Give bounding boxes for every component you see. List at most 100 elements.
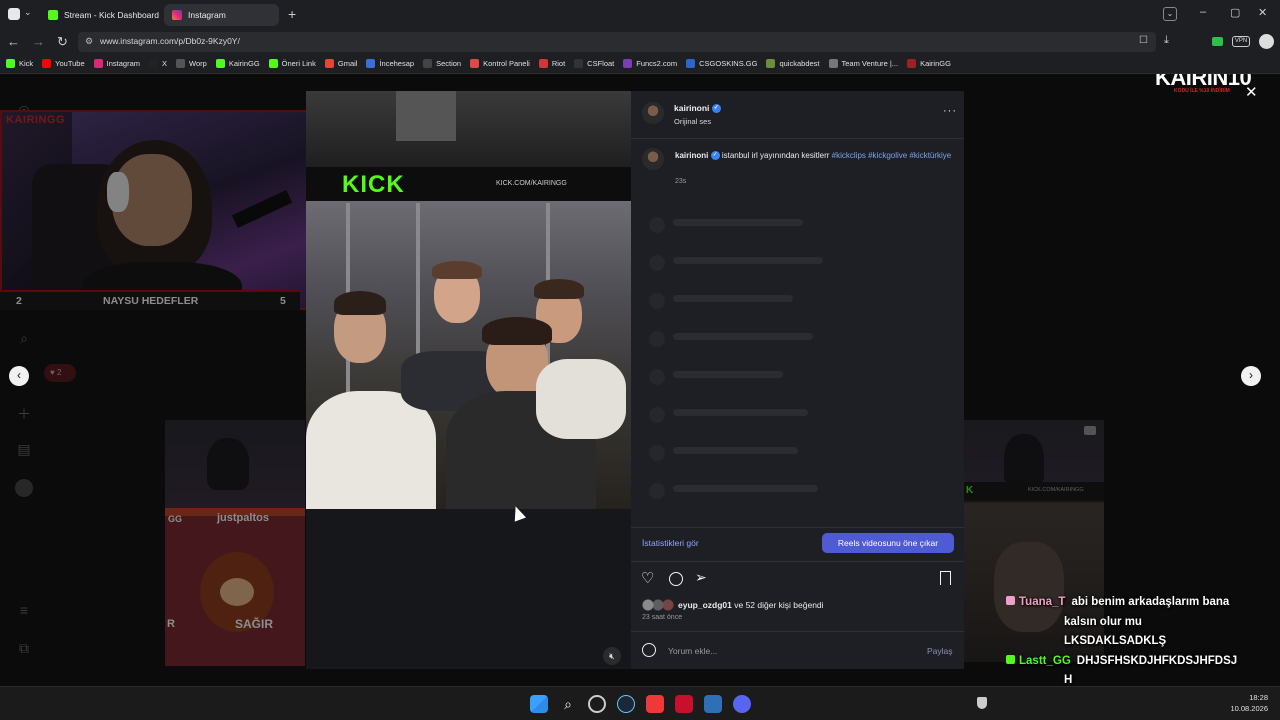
vpn-icon[interactable]: VPN: [1232, 36, 1250, 47]
profile-avatar[interactable]: [1259, 34, 1274, 49]
comment-icon[interactable]: [669, 572, 683, 586]
bookmark-item[interactable]: CSFloat: [574, 59, 614, 68]
bookmark-item[interactable]: Öneri Link: [268, 59, 316, 68]
like-icon[interactable]: ♡: [641, 569, 654, 587]
emoji-icon[interactable]: [642, 643, 656, 657]
reload-button[interactable]: ↻: [57, 34, 68, 50]
bookmark-label: Kick: [19, 59, 34, 68]
clock[interactable]: 18:28 10.08.2026: [1226, 692, 1268, 714]
caption-hashtags[interactable]: #kickclips #kickgolive #kicktürkiye: [832, 151, 952, 160]
maximize-button[interactable]: ▢: [1230, 6, 1240, 19]
video-kick-url: KICK.COM/KAIRINGG: [496, 180, 567, 187]
bookmark-item[interactable]: Kick: [6, 59, 33, 68]
bookmark-label: Öneri Link: [281, 59, 316, 68]
bookmark-item[interactable]: Gmail: [324, 59, 358, 68]
new-tab-button[interactable]: +: [288, 6, 296, 22]
bookmark-favicon-icon: [6, 59, 15, 68]
page-content: ◎ ⌕ ＋ ▤ ≡ ⧉ GG justpaltos SAĞIR R K KICK…: [0, 74, 1280, 686]
share-icon[interactable]: ➢: [695, 569, 707, 586]
bookmark-item[interactable]: Worp: [176, 59, 207, 68]
author-avatar[interactable]: [642, 102, 664, 129]
boost-reel-button[interactable]: Reels videosunu öne çıkar: [822, 533, 954, 553]
bookmark-label: Kontrol Paneli: [483, 59, 530, 68]
close-window-button[interactable]: ✕: [1258, 6, 1267, 19]
bookmark-item[interactable]: KairinGG: [907, 59, 951, 68]
audio-label[interactable]: Orijinal ses: [674, 117, 711, 126]
bookmark-label: KairinGG: [920, 59, 951, 68]
comment-input[interactable]: Yorum ekle...: [668, 646, 717, 656]
author-username[interactable]: kairinoni: [674, 103, 709, 113]
post-side-panel: kairinoni ✓ Orijinal ses ··· kairinoni ✓…: [631, 91, 964, 669]
bookmark-item[interactable]: İncehesap: [366, 59, 414, 68]
bookmark-item[interactable]: Kontrol Paneli: [470, 59, 530, 68]
app-icon[interactable]: [588, 695, 606, 713]
previous-post-button[interactable]: ‹: [9, 366, 29, 386]
bookmark-item[interactable]: Team Venture |...: [828, 59, 898, 68]
bookmarks-bar: Kick YouTube Instagram X Worp KairinGG Öneri L…: [0, 54, 1280, 74]
next-post-button[interactable]: ›: [1241, 366, 1261, 386]
caption-avatar[interactable]: [642, 148, 664, 175]
liker-username[interactable]: eyup_ozdg01: [678, 600, 732, 610]
insights-link[interactable]: İstatistikleri gör: [642, 538, 699, 548]
start-icon[interactable]: [530, 695, 548, 713]
app-icon[interactable]: [675, 695, 693, 713]
tab-instagram[interactable]: Instagram: [164, 4, 279, 26]
chat-username[interactable]: Tuana_T: [1019, 596, 1065, 608]
bookmark-item[interactable]: KairinGG: [215, 59, 260, 68]
vivaldi-icon[interactable]: [646, 695, 664, 713]
forward-button[interactable]: →: [32, 34, 45, 49]
minimize-button[interactable]: –: [1200, 6, 1206, 18]
bookmark-item[interactable]: Section: [423, 59, 461, 68]
bookmark-label: İncehesap: [379, 59, 415, 68]
chat-username[interactable]: Lastt_GG: [1019, 655, 1071, 667]
steam-icon[interactable]: [617, 695, 635, 713]
liked-by: eyup_ozdg01 ve 52 diğer kişi beğendi: [642, 599, 824, 611]
chat-message: kalsın olur mu: [1064, 616, 1142, 628]
loading-placeholder: [649, 407, 665, 423]
browser-menu-icon[interactable]: [8, 8, 20, 20]
more-options-icon[interactable]: ···: [943, 105, 957, 117]
bookmark-label: Section: [436, 59, 462, 68]
address-bar[interactable]: ⚙ www.instagram.com/p/Db0z-9Kzy0Y/ ☐: [78, 32, 1156, 52]
bookmark-favicon-icon: [42, 59, 52, 68]
post-video[interactable]: KICK KICK.COM/KAIRINGG: [306, 91, 631, 509]
bookmark-item[interactable]: quickabdest: [766, 59, 820, 68]
bookmark-item[interactable]: Instagram: [93, 59, 140, 68]
tab-search-icon[interactable]: ⌄: [1163, 7, 1177, 21]
chat-badge-icon: [1006, 655, 1015, 664]
chat-text: LKSDAKLSADKLŞ: [1064, 635, 1167, 647]
liked-by-rest[interactable]: ve 52 diğer kişi beğendi: [734, 600, 823, 610]
bookmark-favicon-icon: [366, 59, 376, 68]
chat-text: H: [1064, 674, 1073, 686]
extension-icon[interactable]: [1212, 37, 1223, 46]
caption-username[interactable]: kairinoni: [675, 151, 708, 160]
site-info-icon[interactable]: ⚙: [85, 36, 93, 47]
bookmark-favicon-icon: [686, 59, 696, 68]
post-comment-button[interactable]: Paylaş: [927, 646, 953, 656]
kick-icon: [48, 10, 58, 20]
back-button[interactable]: ←: [7, 34, 20, 49]
close-icon[interactable]: ✕: [1245, 83, 1258, 101]
bookmark-item[interactable]: X: [149, 59, 167, 68]
bookmark-label: Gmail: [337, 59, 358, 68]
download-icon[interactable]: ⤓: [1164, 34, 1169, 47]
bookmark-item[interactable]: YouTube: [42, 59, 85, 68]
chevron-down-icon[interactable]: ⌄: [24, 7, 32, 18]
save-icon[interactable]: [940, 571, 951, 585]
discord-icon[interactable]: [733, 695, 751, 713]
bookmark-star-icon[interactable]: ☐: [1139, 35, 1148, 46]
tab-kick-dashboard[interactable]: Stream - Kick Dashboard: [40, 4, 162, 26]
bookmark-item[interactable]: Funcs2.com: [623, 59, 677, 68]
tray-icon[interactable]: [977, 697, 987, 709]
chat-message: Tuana_T abi benim arkadaşlarım bana: [1006, 596, 1229, 608]
search-icon[interactable]: ⌕: [559, 695, 577, 713]
loading-placeholder: [673, 409, 808, 416]
mute-icon[interactable]: 🔇︎: [603, 647, 621, 665]
loading-placeholder: [673, 485, 818, 492]
bookmark-favicon-icon: [470, 59, 480, 68]
loading-placeholder: [673, 295, 793, 302]
app-icon[interactable]: [704, 695, 722, 713]
bookmark-item[interactable]: CSGOSKINS.GG: [686, 59, 757, 68]
bookmark-item[interactable]: Riot: [538, 59, 565, 68]
bookmark-favicon-icon: [828, 59, 838, 68]
